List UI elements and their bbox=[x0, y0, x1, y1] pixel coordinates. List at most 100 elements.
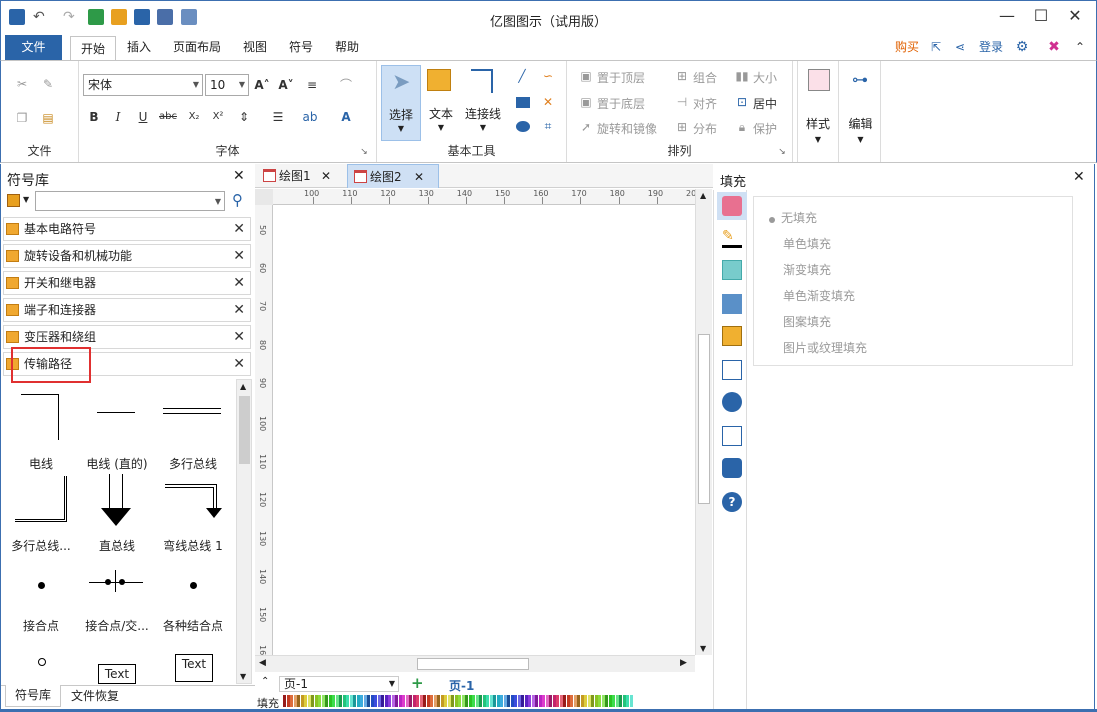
arrange-dialog-icon[interactable]: ↘ bbox=[773, 143, 791, 161]
collapse-ribbon-icon[interactable]: ⌃ bbox=[1071, 38, 1089, 56]
tab-file-recovery[interactable]: 文件恢复 bbox=[71, 686, 119, 708]
canvas-hscrollbar[interactable]: ◀ ▶ bbox=[255, 655, 695, 672]
library-item-transformers[interactable]: 变压器和绕组 ✕ bbox=[3, 325, 251, 349]
page-tab[interactable]: 页-1 bbox=[449, 677, 474, 694]
canvas-vscrollbar[interactable]: ▲ ▼ bbox=[695, 189, 712, 655]
shape-junction-cross[interactable]: 接合点/交... bbox=[79, 554, 155, 634]
scroll-down-icon[interactable]: ▼ bbox=[700, 644, 706, 653]
add-page-icon[interactable]: + bbox=[411, 674, 424, 692]
align-icon[interactable]: ≡ bbox=[303, 76, 321, 94]
drawing-page[interactable] bbox=[273, 205, 693, 655]
canvas-hscroll-thumb[interactable] bbox=[417, 658, 529, 670]
font-color-icon[interactable]: A bbox=[337, 108, 355, 126]
crop-tool-icon[interactable]: ⌗ bbox=[539, 117, 557, 135]
library-close-icon[interactable]: ✕ bbox=[233, 168, 245, 184]
group-button[interactable]: 组合 bbox=[693, 69, 717, 86]
menu-file[interactable]: 文件 bbox=[5, 35, 62, 60]
close-button[interactable]: ✕ bbox=[1059, 5, 1091, 29]
line-tool-icon[interactable]: ╱ bbox=[513, 67, 531, 85]
fill-bucket-icon[interactable] bbox=[722, 196, 742, 216]
search-icon[interactable]: ⚲ bbox=[232, 191, 243, 209]
close-icon[interactable]: ✕ bbox=[233, 245, 245, 267]
shadow-icon[interactable] bbox=[722, 260, 742, 280]
scroll-left-icon[interactable]: ◀ bbox=[259, 658, 266, 668]
shape-multi-bus-corner[interactable]: 多行总线... bbox=[3, 474, 79, 554]
radio-gradient-fill[interactable]: 渐变填充 bbox=[767, 261, 831, 278]
login-link[interactable]: 登录 bbox=[969, 35, 1013, 60]
menu-help[interactable]: 帮助 bbox=[325, 35, 369, 60]
maximize-button[interactable]: ☐ bbox=[1025, 5, 1057, 29]
shape-text-block[interactable]: Text bbox=[175, 654, 213, 682]
app-logo-icon[interactable]: ✖ bbox=[1045, 38, 1063, 56]
ellipse-tool-icon[interactable] bbox=[516, 121, 530, 132]
library-scrollbar[interactable]: ▲ ▼ bbox=[236, 379, 252, 684]
paste-icon[interactable]: ▤ bbox=[39, 109, 57, 127]
library-item-switches[interactable]: 开关和继电器 ✕ bbox=[3, 271, 251, 295]
tab-symbol-library[interactable]: 符号库 bbox=[5, 685, 61, 707]
protect-button[interactable]: 保护 bbox=[753, 120, 777, 137]
canvas-vscroll-thumb[interactable] bbox=[698, 334, 710, 504]
format-painter-icon[interactable]: ✎ bbox=[39, 75, 57, 93]
subscript-icon[interactable]: X₂ bbox=[185, 108, 203, 126]
cut-icon[interactable]: ✂ bbox=[13, 75, 31, 93]
superscript-icon[interactable]: X² bbox=[209, 108, 227, 126]
close-icon[interactable]: ✕ bbox=[233, 353, 245, 375]
gear-icon[interactable]: ⚙ bbox=[1013, 38, 1031, 56]
grow-font-icon[interactable]: A˄ bbox=[253, 76, 271, 94]
menu-home[interactable]: 开始 bbox=[70, 36, 117, 61]
shape-various-junctions[interactable]: 各种结合点 bbox=[155, 554, 231, 634]
radio-mono-gradient-fill[interactable]: 单色渐变填充 bbox=[767, 287, 855, 304]
align-button[interactable]: 对齐 bbox=[693, 95, 717, 112]
menu-symbol[interactable]: 符号 bbox=[279, 35, 323, 60]
send-back-button[interactable]: 置于底层 bbox=[597, 95, 645, 112]
menu-page-layout[interactable]: 页面布局 bbox=[163, 35, 231, 60]
attachment-icon[interactable] bbox=[722, 426, 742, 446]
size-button[interactable]: 大小 bbox=[753, 69, 777, 86]
help-icon[interactable]: ? bbox=[722, 492, 742, 512]
menu-insert[interactable]: 插入 bbox=[117, 35, 161, 60]
font-family-select[interactable]: 宋体 ▼ bbox=[83, 74, 203, 96]
close-icon[interactable]: ✕ bbox=[414, 165, 424, 189]
share-icon[interactable]: ⋖ bbox=[951, 38, 969, 56]
library-search-input[interactable]: ▼ bbox=[35, 191, 225, 211]
shape-junction[interactable]: 接合点 bbox=[3, 554, 79, 634]
radio-picture-fill[interactable]: 图片或纹理填充 bbox=[767, 339, 867, 356]
expand-pages-icon[interactable]: ⌃ bbox=[261, 676, 269, 687]
shape-multi-bus[interactable]: 多行总线 bbox=[155, 392, 231, 472]
rotate-mirror-button[interactable]: 旋转和镜像 bbox=[597, 120, 657, 137]
tab-drawing1[interactable]: 绘图1 ✕ bbox=[257, 164, 343, 188]
shape-text-box[interactable]: Text bbox=[98, 664, 136, 684]
close-icon[interactable]: ✕ bbox=[233, 218, 245, 240]
center-button[interactable]: 居中 bbox=[753, 95, 777, 112]
tab-drawing2[interactable]: 绘图2 ✕ bbox=[347, 164, 439, 188]
font-dialog-icon[interactable]: ↘ bbox=[355, 143, 373, 161]
shape-wire-straight[interactable]: 电线 (直的) bbox=[79, 392, 155, 472]
radio-solid-fill[interactable]: 单色填充 bbox=[767, 235, 831, 252]
font-size-select[interactable]: 10 ▼ bbox=[205, 74, 249, 96]
curve-tool-icon[interactable]: ∽ bbox=[539, 67, 557, 85]
close-icon[interactable]: ✕ bbox=[233, 326, 245, 348]
line-spacing-icon[interactable]: ⇕ bbox=[235, 108, 253, 126]
comment-icon[interactable] bbox=[722, 458, 742, 478]
buy-link[interactable]: 购买 bbox=[885, 35, 929, 60]
shape-wire[interactable]: 电线 bbox=[3, 392, 79, 472]
shape-bent-bus[interactable]: 弯线总线 1 bbox=[155, 474, 231, 554]
shrink-font-icon[interactable]: A˅ bbox=[277, 76, 295, 94]
page-list-icon[interactable] bbox=[722, 360, 742, 380]
bring-front-button[interactable]: 置于顶层 bbox=[597, 69, 645, 86]
rectangle-tool-icon[interactable] bbox=[516, 97, 530, 108]
library-item-rotating[interactable]: 旋转设备和机械功能 ✕ bbox=[3, 244, 251, 268]
select-tool-button[interactable]: ➤ 选择 ▼ bbox=[381, 65, 421, 141]
shape-circle-partial[interactable] bbox=[38, 658, 46, 666]
bold-icon[interactable]: B bbox=[85, 108, 103, 126]
distribute-button[interactable]: 分布 bbox=[693, 120, 717, 137]
edit-group[interactable]: ⊶ 编辑 ▼ bbox=[841, 61, 881, 162]
bullet-list-icon[interactable]: ☰ bbox=[269, 108, 287, 126]
menu-view[interactable]: 视图 bbox=[233, 35, 277, 60]
layer-icon[interactable] bbox=[722, 326, 742, 346]
scroll-down-icon[interactable]: ▼ bbox=[240, 672, 246, 681]
shape-straight-bus[interactable]: 直总线 bbox=[79, 474, 155, 554]
scroll-up-icon[interactable]: ▲ bbox=[700, 191, 706, 200]
hyperlink-icon[interactable] bbox=[722, 392, 742, 412]
scroll-right-icon[interactable]: ▶ bbox=[680, 658, 687, 668]
